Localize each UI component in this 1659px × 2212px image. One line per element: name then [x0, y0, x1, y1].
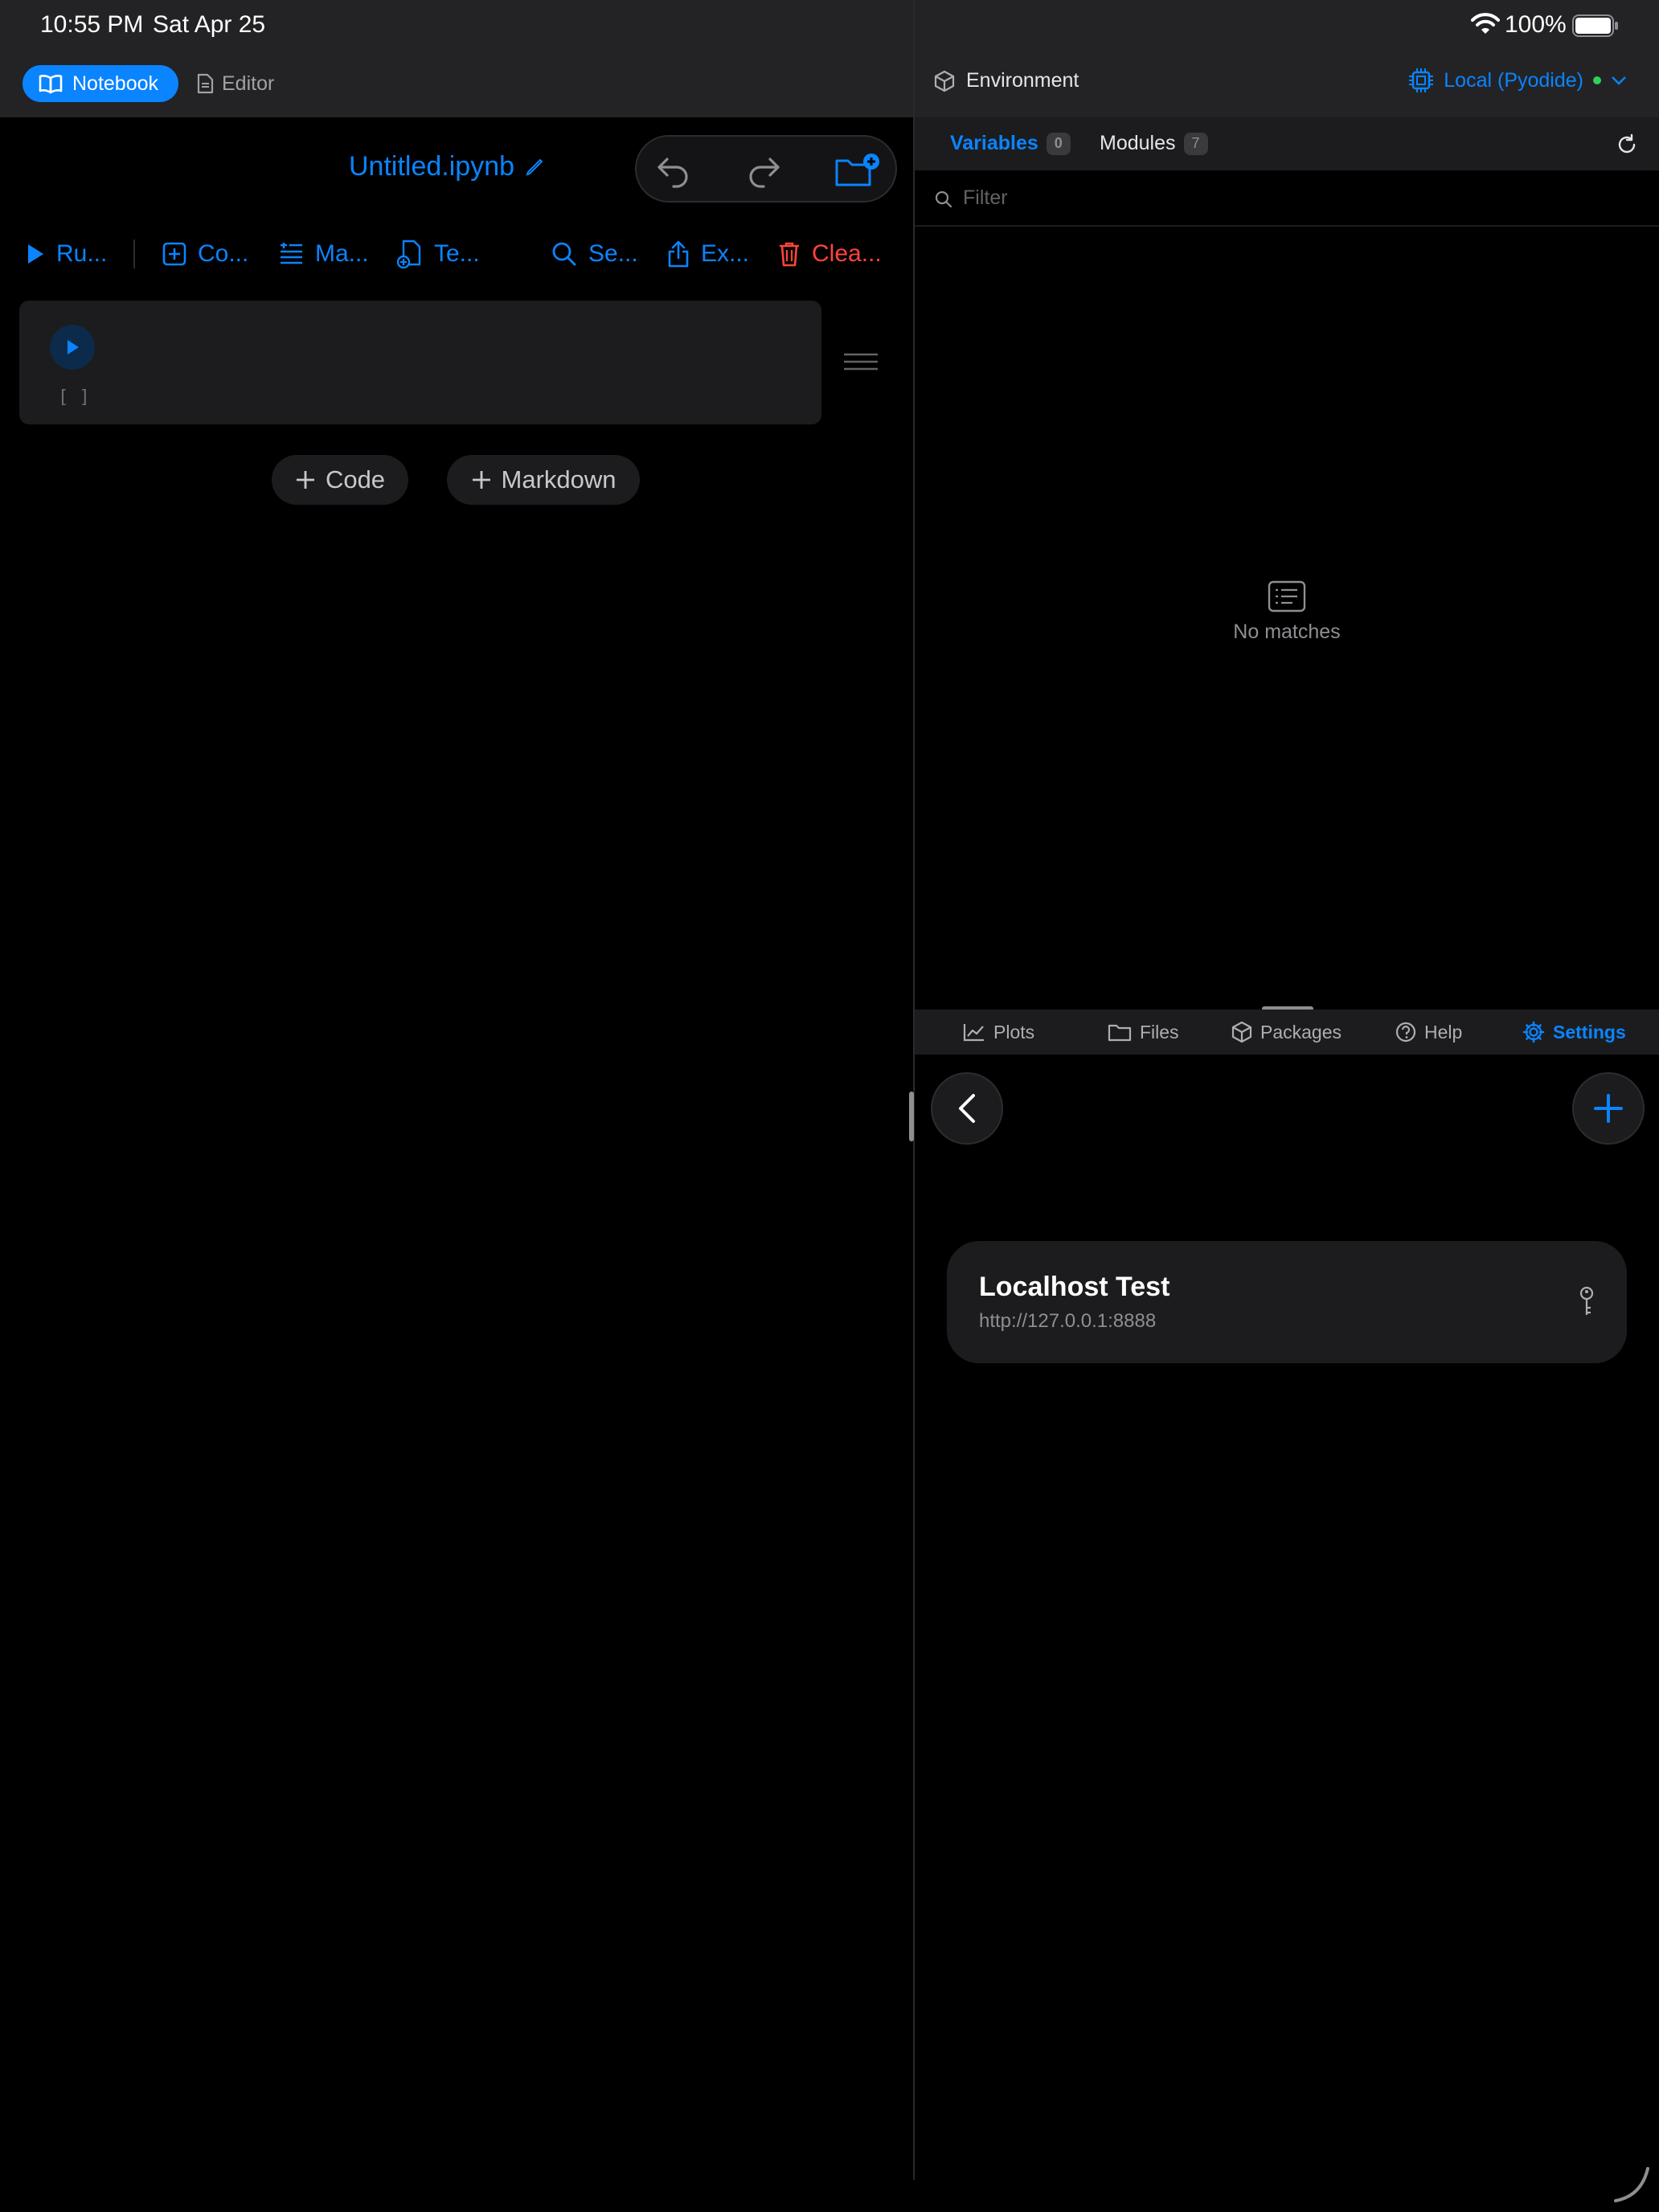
search-icon	[552, 242, 576, 266]
plus-square-icon	[162, 242, 186, 266]
export-button[interactable]: Ex...	[667, 230, 749, 278]
gear-icon	[1522, 1021, 1545, 1043]
empty-state: No matches	[915, 580, 1659, 644]
redo-icon[interactable]	[744, 151, 783, 190]
back-button[interactable]	[931, 1072, 1003, 1145]
environment-pane: Environment Local (Pyodide) Variables 0 …	[915, 51, 1659, 2180]
server-name: Localhost Test	[979, 1272, 1170, 1302]
play-icon	[68, 340, 79, 354]
environment-title: Environment	[934, 69, 1079, 92]
book-icon	[39, 75, 63, 94]
help-icon	[1395, 1022, 1416, 1043]
notebook-mode-button[interactable]: Notebook	[23, 65, 178, 102]
notebook-toolbar: Ru... Co... Ma... Te... Se... Ex... Clea…	[0, 230, 913, 278]
cube-icon	[934, 70, 955, 92]
wifi-icon	[1471, 13, 1500, 34]
package-icon	[1231, 1021, 1252, 1043]
history-capsule	[635, 135, 897, 203]
modules-count-badge: 7	[1183, 132, 1208, 155]
environment-header: Environment Local (Pyodide)	[915, 51, 1659, 117]
text-list-icon	[281, 243, 302, 264]
trash-icon	[780, 242, 799, 267]
template-button[interactable]: Te...	[397, 230, 480, 278]
editor-mode-label: Editor	[222, 72, 275, 95]
editor-mode-button[interactable]: Editor	[196, 65, 274, 102]
tab-plots[interactable]: Plots	[963, 1018, 1034, 1047]
add-markdown-button[interactable]: Ma...	[278, 230, 369, 278]
tab-settings[interactable]: Settings	[1522, 1018, 1626, 1047]
code-cell[interactable]: [ ]	[19, 301, 821, 424]
split-resize-handle[interactable]	[909, 1092, 914, 1141]
pencil-icon[interactable]	[524, 157, 545, 178]
notebook-mode-label: Notebook	[72, 72, 159, 95]
notebook-pane: Notebook Editor Untitled.ipynb Ru... Co.…	[0, 51, 913, 2212]
plus-icon	[472, 471, 490, 489]
drag-handle-icon[interactable]	[842, 352, 879, 371]
empty-state-text: No matches	[1233, 621, 1341, 643]
server-url: http://127.0.0.1:8888	[979, 1310, 1157, 1332]
tab-files[interactable]: Files	[1108, 1018, 1179, 1047]
run-cell-button[interactable]	[50, 325, 95, 370]
runtime-selector[interactable]: Local (Pyodide)	[1408, 68, 1627, 93]
document-icon	[197, 73, 214, 94]
share-icon	[668, 240, 689, 268]
chevron-left-icon	[959, 1094, 975, 1123]
battery-percent: 100%	[1505, 11, 1567, 38]
tab-modules[interactable]: Modules 7	[1100, 132, 1208, 155]
window-resize-icon[interactable]	[1611, 2164, 1653, 2206]
environment-tabs: Variables 0 Modules 7	[915, 117, 1659, 170]
cpu-icon	[1409, 68, 1434, 92]
refresh-icon[interactable]	[1616, 133, 1638, 156]
add-code-button[interactable]: Co...	[162, 230, 248, 278]
clear-button[interactable]: Clea...	[778, 230, 882, 278]
add-code-cell-button[interactable]: Code	[272, 455, 408, 505]
tab-help[interactable]: Help	[1395, 1018, 1462, 1047]
notebook-title-text: Untitled.ipynb	[349, 151, 515, 182]
play-icon	[28, 244, 43, 264]
status-time: 10:55 PM	[40, 11, 144, 38]
status-date: Sat Apr 25	[153, 11, 266, 38]
key-icon	[1579, 1286, 1594, 1315]
chevron-down-icon	[1612, 76, 1626, 85]
runtime-label: Local (Pyodide)	[1444, 68, 1583, 92]
tab-variables[interactable]: Variables 0	[950, 132, 1071, 155]
chart-icon	[963, 1024, 984, 1042]
document-plus-icon	[397, 240, 421, 268]
list-icon	[1268, 580, 1306, 612]
add-server-button[interactable]	[1572, 1072, 1645, 1145]
plus-icon	[1594, 1094, 1623, 1123]
folder-icon	[1108, 1024, 1132, 1042]
battery-icon	[1572, 14, 1618, 37]
mode-switch: Notebook Editor	[0, 51, 913, 117]
server-card[interactable]: Localhost Test http://127.0.0.1:8888	[947, 1241, 1627, 1363]
filter-bar	[915, 170, 1659, 227]
bottom-panel-tabs: Plots Files Packages Help Settings	[915, 1010, 1659, 1055]
variables-count-badge: 0	[1046, 132, 1071, 155]
add-markdown-cell-button[interactable]: Markdown	[447, 455, 640, 505]
search-button[interactable]: Se...	[551, 230, 638, 278]
tab-packages[interactable]: Packages	[1231, 1018, 1342, 1047]
execution-count: [ ]	[58, 387, 90, 408]
search-icon	[935, 190, 952, 208]
run-button[interactable]: Ru...	[26, 230, 107, 278]
runtime-status-dot	[1593, 76, 1601, 84]
undo-icon[interactable]	[654, 151, 693, 190]
notebook-title[interactable]: Untitled.ipynb	[349, 151, 545, 182]
filter-input[interactable]	[963, 182, 1622, 214]
new-folder-icon[interactable]	[834, 151, 883, 190]
plus-icon	[296, 471, 314, 489]
status-bar: 10:55 PM Sat Apr 25 100%	[0, 0, 1659, 51]
